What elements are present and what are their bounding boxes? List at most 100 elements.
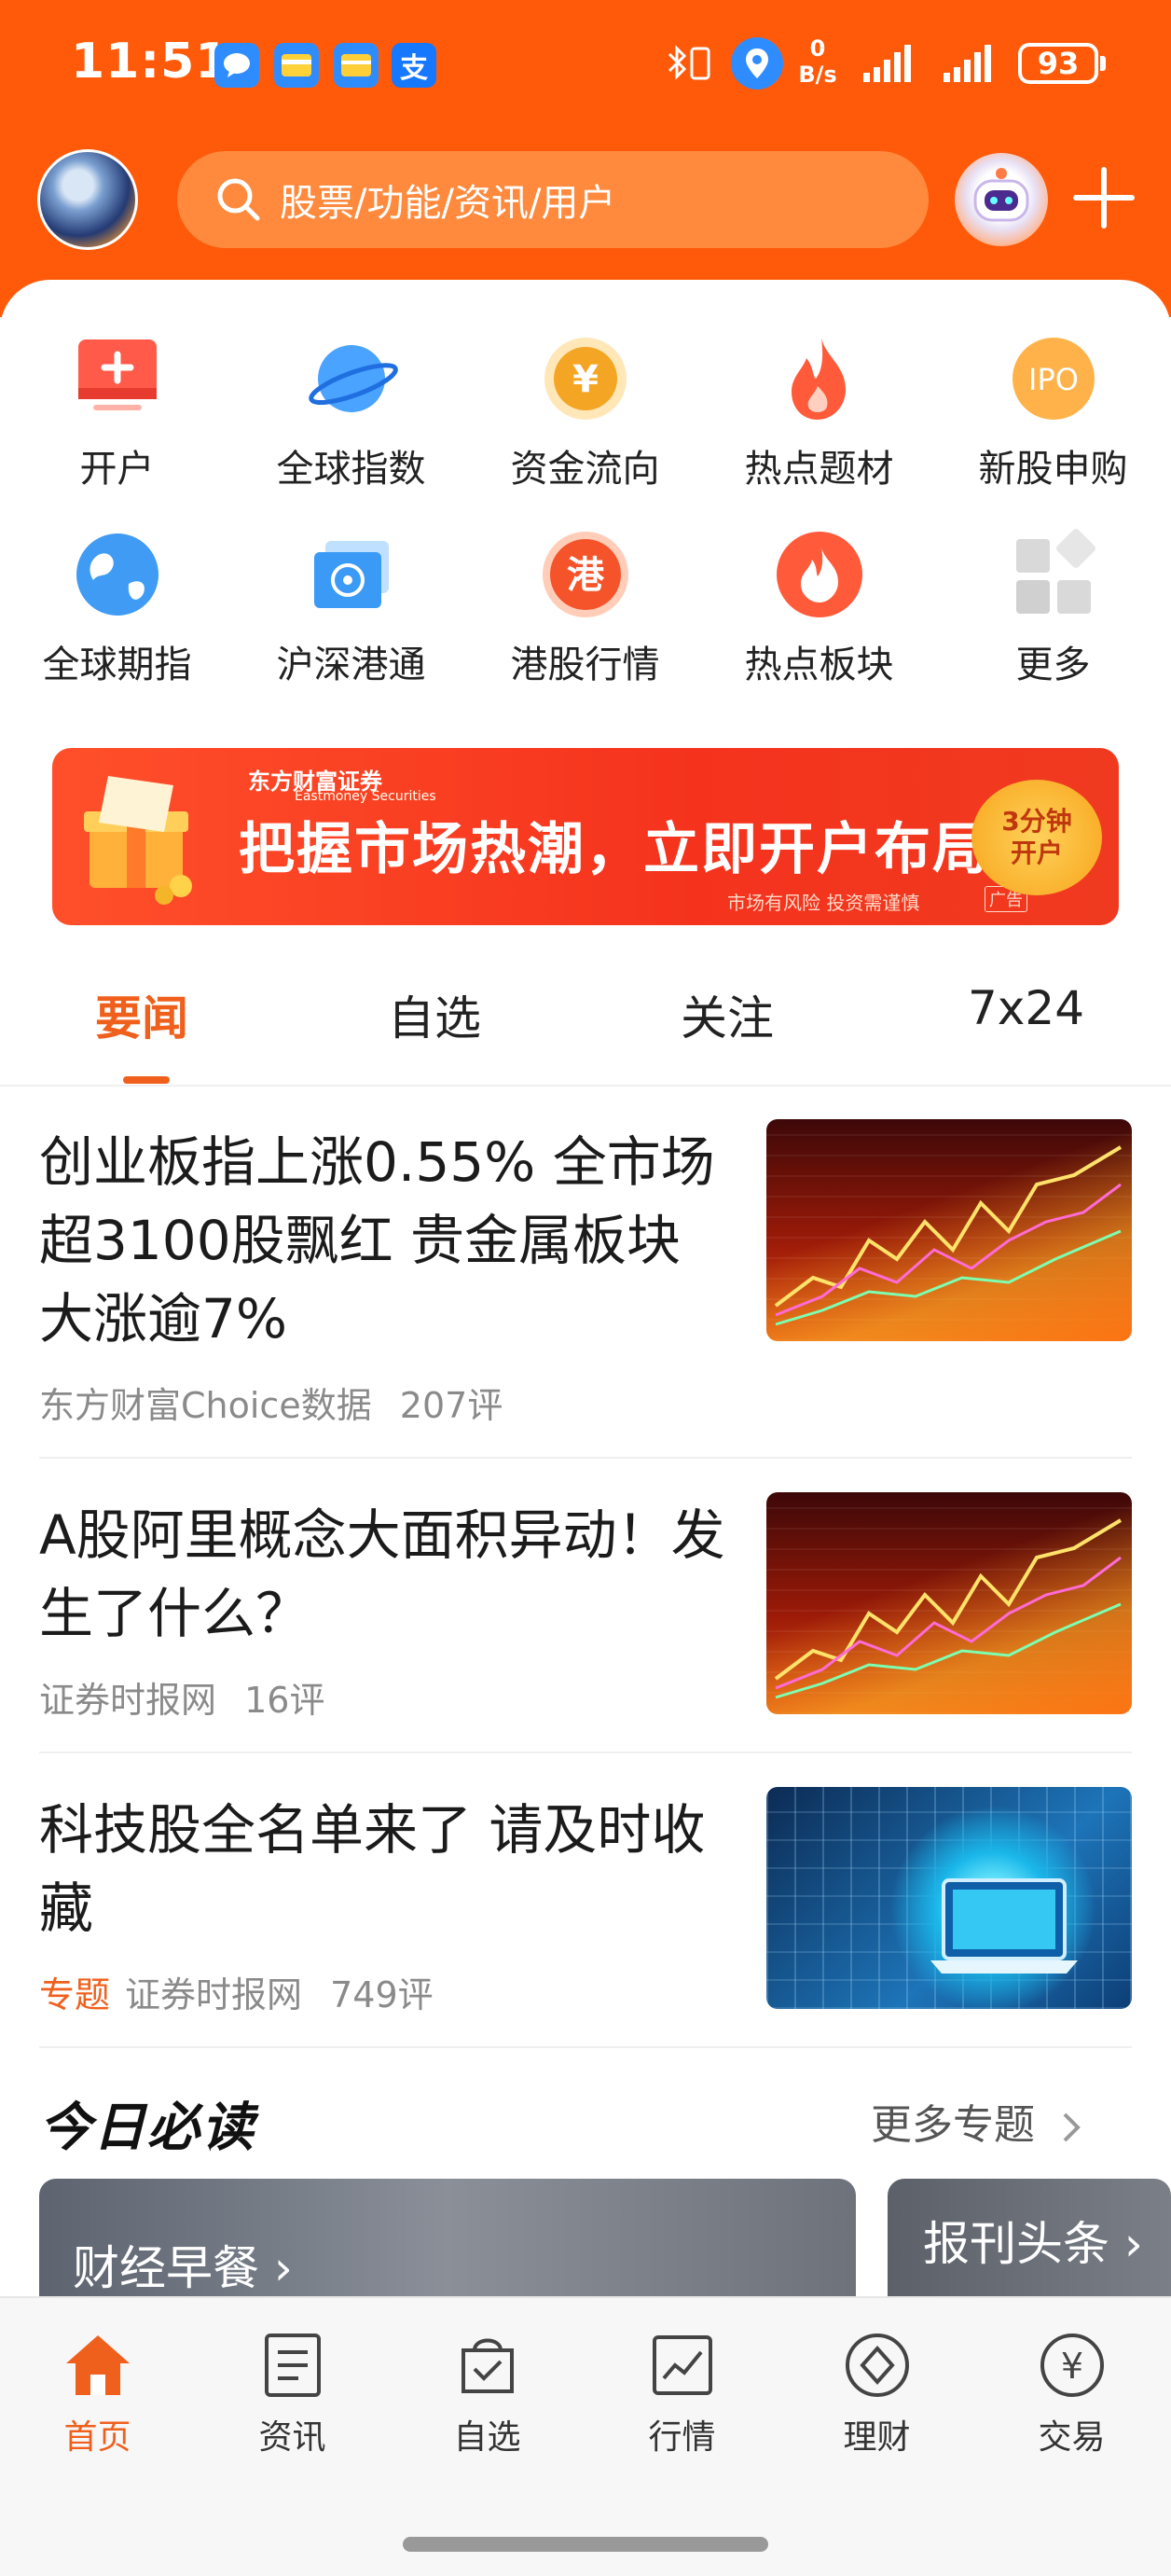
nav-news[interactable]: 资讯 <box>195 2330 390 2458</box>
nav-watchlist[interactable]: 自选 <box>390 2330 585 2458</box>
news-comments: 16评 <box>244 1680 325 1721</box>
grid-label: 港股行情 <box>510 644 660 686</box>
hk-flag-icon <box>305 528 398 621</box>
gift-box-icon <box>84 776 192 905</box>
news-icon <box>257 2330 328 2401</box>
more-topics-link[interactable]: 更多专题 <box>871 2091 1083 2151</box>
news-separator <box>39 1457 1132 1459</box>
grid-item-open-account[interactable]: 开户 <box>0 332 234 492</box>
bluetooth-icon <box>664 41 720 95</box>
grid-label: 热点板块 <box>744 644 894 686</box>
nav-label: 行情 <box>648 2418 716 2457</box>
net-speed: 0 B/s <box>794 35 841 88</box>
news-source: 证券时报网 <box>125 1974 303 2015</box>
grid-item-global-futures[interactable]: 全球期指 <box>0 528 234 688</box>
news-thumbnail[interactable] <box>766 1119 1132 1341</box>
news-separator <box>39 1752 1132 1753</box>
banner-badge[interactable]: 3分钟 开户 <box>971 780 1102 895</box>
topic-card-title: 财经早餐 › <box>73 2241 293 2295</box>
tab-divider <box>0 1085 1171 1087</box>
banner-risk-note: 市场有风险 投资需谨慎 <box>727 892 920 914</box>
badge-line2: 开户 <box>1010 838 1063 868</box>
grid-label: 资金流向 <box>510 448 660 491</box>
status-time: 11:51 <box>71 34 230 90</box>
planet-icon <box>305 332 398 425</box>
topic-card[interactable]: 报刊头条 › <box>888 2179 1171 2300</box>
robot-assistant-icon[interactable] <box>955 153 1048 246</box>
grid-item-hot-sectors[interactable]: 热点板块 <box>702 528 936 688</box>
flame-circle-icon <box>773 528 866 621</box>
news-meta: 专题 证券时报网 749评 <box>39 1966 434 2017</box>
grid-item-hot-topics[interactable]: 热点题材 <box>702 332 936 492</box>
nav-trade[interactable]: ¥ 交易 <box>974 2330 1169 2458</box>
grid-label: 全球期指 <box>42 644 192 686</box>
signal-icon <box>861 43 917 88</box>
news-title[interactable]: 科技股全名单来了 请及时收藏 <box>39 1791 729 1947</box>
tab-watchlist[interactable]: 自选 <box>388 981 481 1048</box>
promo-banner[interactable]: 东方财富证券 Eastmoney Securities 把握市场热潮，立即开户布… <box>52 748 1119 925</box>
news-thumbnail[interactable] <box>766 1492 1132 1714</box>
news-meta: 东方财富Choice数据 207评 <box>39 1377 503 1428</box>
news-separator <box>39 2046 1132 2048</box>
banner-headline: 把握市场热潮，立即开户布局 <box>239 817 990 882</box>
grid-label: 更多 <box>1015 644 1091 686</box>
nav-label: 首页 <box>63 2418 131 2457</box>
nav-home[interactable]: 首页 <box>0 2330 195 2458</box>
search-placeholder: 股票/功能/资讯/用户 <box>280 182 616 225</box>
grid-label: 热点题材 <box>744 448 894 491</box>
watchlist-icon <box>452 2330 523 2401</box>
battery-indicator: 93 <box>1018 43 1106 84</box>
news-tag: 专题 <box>39 1974 111 2015</box>
topic-card[interactable]: 财经早餐 › <box>39 2179 856 2300</box>
flame-icon <box>773 332 866 425</box>
topic-card-title: 报刊头条 › <box>923 2217 1143 2271</box>
market-icon <box>647 2330 718 2401</box>
nav-wealth[interactable]: 理财 <box>779 2330 974 2458</box>
tab-7x24[interactable]: 7x24 <box>968 981 1084 1035</box>
svg-text:¥: ¥ <box>572 358 599 401</box>
news-title[interactable]: 创业板指上涨0.55% 全市场超3100股飘红 贵金属板块大涨逾7% <box>39 1123 729 1358</box>
location-icon <box>731 37 783 90</box>
signal-2-icon <box>929 43 999 88</box>
grid-item-stock-connect[interactable]: 沪深港通 <box>234 528 468 688</box>
wealth-icon <box>842 2330 913 2401</box>
nav-label: 自选 <box>453 2418 521 2457</box>
grid-label: 开户 <box>79 448 155 491</box>
news-comments: 207评 <box>399 1385 503 1426</box>
svg-text:IPO: IPO <box>1028 362 1079 397</box>
news-title[interactable]: A股阿里概念大面积异动！发生了什么？ <box>39 1496 729 1653</box>
trade-icon: ¥ <box>1037 2330 1108 2401</box>
grid-label: 沪深港通 <box>276 644 426 686</box>
grid-label: 新股申购 <box>978 448 1128 491</box>
grid-label: 全球指数 <box>276 448 426 491</box>
nav-label: 交易 <box>1038 2418 1106 2457</box>
search-icon <box>217 178 260 221</box>
tab-following[interactable]: 关注 <box>681 981 774 1048</box>
grid-item-hk-stocks[interactable]: 港 港股行情 <box>468 528 702 688</box>
message-app-icon <box>214 43 259 88</box>
nav-market[interactable]: 行情 <box>585 2330 779 2458</box>
news-thumbnail[interactable] <box>766 1787 1132 2009</box>
more-grid-icon <box>1007 528 1100 621</box>
card-app-icon <box>274 43 319 88</box>
tab-headlines[interactable]: 要闻 <box>95 981 188 1048</box>
banner-brand-en: Eastmoney Securities <box>295 789 436 804</box>
home-indicator[interactable] <box>403 2537 768 2552</box>
home-icon <box>62 2330 133 2401</box>
grid-item-fund-flow[interactable]: ¥ 资金流向 <box>468 332 702 492</box>
alipay-icon: 支 <box>392 43 436 88</box>
globe-icon <box>71 528 164 621</box>
add-icon[interactable] <box>1070 164 1137 231</box>
search-bar[interactable]: 股票/功能/资讯/用户 <box>177 151 929 248</box>
grid-item-ipo[interactable]: IPO 新股申购 <box>936 332 1170 492</box>
wallet-app-icon <box>334 43 379 88</box>
user-avatar[interactable] <box>37 149 138 250</box>
grid-item-global-index[interactable]: 全球指数 <box>234 332 468 492</box>
grid-item-more[interactable]: 更多 <box>936 528 1170 688</box>
more-topics-label: 更多专题 <box>871 2101 1035 2149</box>
yuan-coin-icon: ¥ <box>539 332 632 425</box>
nav-label: 资讯 <box>258 2418 326 2457</box>
ipo-icon: IPO <box>1007 332 1100 425</box>
hk-stock-icon: 港 <box>539 528 632 621</box>
news-source: 证券时报网 <box>39 1680 217 1721</box>
